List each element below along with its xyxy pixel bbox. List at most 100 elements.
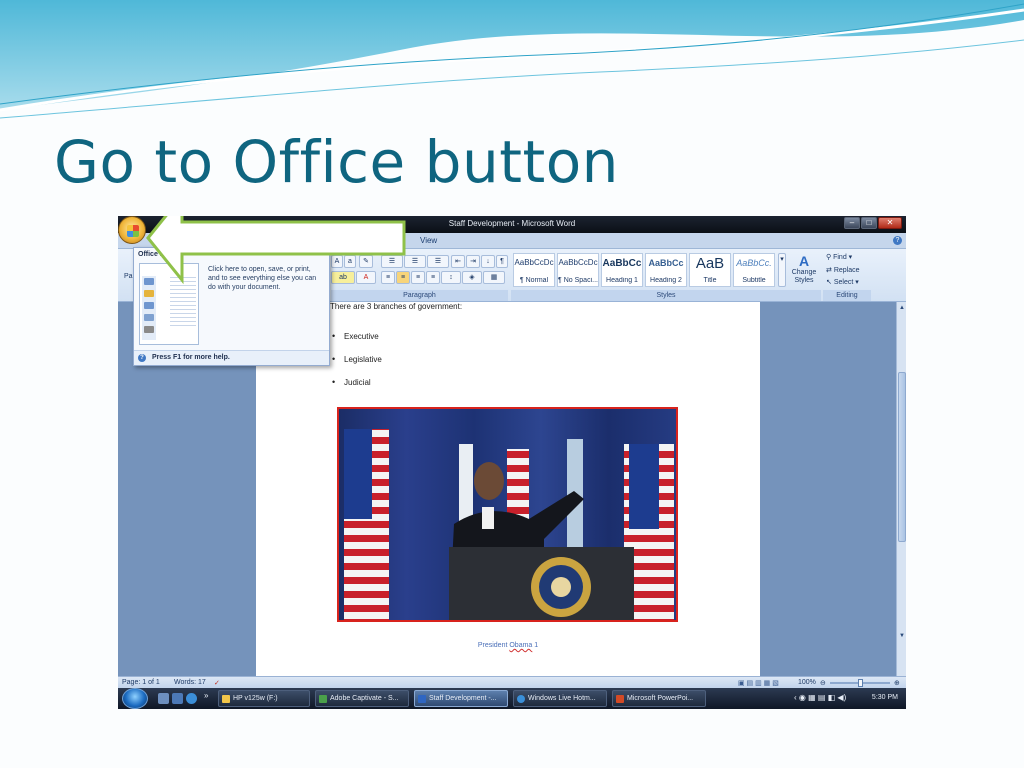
tooltip-footer: ? Press F1 for more help.: [134, 350, 329, 365]
change-styles-button[interactable]: A Change Styles: [789, 253, 819, 287]
style-name: Heading 1: [606, 277, 638, 284]
print-icon: [144, 326, 154, 333]
start-button[interactable]: [122, 688, 148, 709]
style-title[interactable]: AaB Title: [689, 253, 731, 287]
change-styles-icon: A: [798, 253, 810, 269]
captivate-icon: [319, 695, 327, 703]
bullet-list: Executive Legislative Judicial: [332, 331, 382, 401]
show-desktop-icon[interactable]: [158, 693, 169, 704]
zoom-level[interactable]: 100%: [798, 679, 816, 686]
style-name: Heading 2: [650, 277, 682, 284]
close-button[interactable]: ✕: [878, 217, 902, 229]
style-name: Title: [703, 277, 717, 284]
replace-label: Replace: [833, 267, 860, 274]
ie-icon: [517, 695, 525, 703]
style-name: Subtitle: [742, 277, 766, 284]
word-icon: [418, 695, 426, 703]
switch-windows-icon[interactable]: [172, 693, 183, 704]
zoom-in-icon[interactable]: ⊕: [894, 679, 900, 687]
find-label: Find: [833, 254, 847, 261]
replace-button[interactable]: ⇄ Replace: [826, 266, 860, 274]
word-screenshot: Staff Development - Microsoft Word – □ ✕…: [118, 216, 906, 709]
clock: 5:30 PM: [871, 694, 898, 701]
taskbar-item-label: HP v125w (F:): [233, 695, 278, 702]
styles-gallery-scroll[interactable]: ▾: [778, 253, 786, 287]
increase-indent-icon[interactable]: ⇥: [466, 255, 480, 268]
speaker-shirt: [482, 507, 494, 529]
borders-icon[interactable]: ▦: [483, 271, 505, 284]
multilevel-list-icon[interactable]: ☰: [427, 255, 449, 268]
justify-icon[interactable]: ≡: [426, 271, 440, 284]
pilcrow-icon[interactable]: ¶: [496, 255, 508, 268]
taskbar-item-powerpoint[interactable]: Microsoft PowerPoi...: [612, 690, 706, 707]
style-heading-1[interactable]: AaBbCc Heading 1: [601, 253, 643, 287]
replace-icon: ⇄: [826, 267, 832, 274]
speaker-head: [474, 462, 504, 500]
president-photo[interactable]: [337, 407, 678, 622]
tray-icons[interactable]: ‹ ◉ ▦ ▤ ◧ ◀): [794, 693, 846, 702]
taskbar-item-label: Staff Development -...: [429, 695, 497, 702]
save-as-icon: [144, 314, 154, 321]
caption-name: Obama: [509, 642, 533, 649]
style-sample: AaBbCc: [602, 258, 642, 269]
page-count: Page: 1 of 1: [122, 679, 160, 686]
taskbar-item-captivate[interactable]: Adobe Captivate - S...: [315, 690, 409, 707]
view-buttons[interactable]: ▣ ▤ ▥ ▦ ▧: [738, 679, 779, 687]
style-subtitle[interactable]: AaBbCc. Subtitle: [733, 253, 775, 287]
style-name: ¶ No Spaci...: [558, 277, 598, 284]
help-hint: Press F1 for more help.: [152, 354, 230, 361]
taskbar-item-hotmail[interactable]: Windows Live Hotm...: [513, 690, 607, 707]
taskbar-item-drive[interactable]: HP v125w (F:): [218, 690, 310, 707]
select-button[interactable]: ↖ Select ▾: [826, 278, 859, 286]
style-sample: AaBbCc.: [736, 258, 772, 268]
scroll-up-icon[interactable]: ▲: [898, 304, 906, 312]
minimize-button[interactable]: –: [844, 217, 860, 229]
photo-scene: [344, 429, 674, 620]
zoom-out-icon[interactable]: ⊖: [820, 679, 826, 687]
caption-prefix: President: [477, 642, 510, 649]
proofing-icon[interactable]: ✓: [214, 679, 220, 687]
style-name: ¶ Normal: [519, 277, 549, 284]
tab-view[interactable]: View: [420, 236, 437, 245]
style-no-spacing[interactable]: AaBbCcDc ¶ No Spaci...: [557, 253, 599, 287]
quicklaunch-more-icon[interactable]: »: [204, 691, 208, 700]
highlight-arrow-icon: [146, 216, 406, 285]
taskbar-item-label: Windows Live Hotm...: [528, 695, 596, 702]
style-normal[interactable]: AaBbCcDc ¶ Normal: [513, 253, 555, 287]
style-heading-2[interactable]: AaBbCc Heading 2: [645, 253, 687, 287]
word-count: Words: 17: [174, 679, 206, 686]
vertical-scrollbar[interactable]: ▲ ▼: [896, 302, 906, 676]
shading-icon[interactable]: ◈: [462, 271, 482, 284]
taskbar-item-label: Microsoft PowerPoi...: [627, 695, 694, 702]
binoculars-icon: ⚲: [826, 254, 832, 261]
style-sample: AaBbCc: [648, 258, 684, 268]
editing-group-label: Editing: [823, 290, 871, 301]
line-spacing-icon[interactable]: ↕: [441, 271, 461, 284]
slide-title: Go to Office button: [54, 128, 619, 196]
flag-left: [344, 429, 389, 620]
style-sample: AaBbCcDc: [558, 258, 598, 267]
list-item: Judicial: [332, 377, 382, 401]
scroll-down-icon[interactable]: ▼: [898, 632, 906, 640]
sort-icon[interactable]: ↓: [481, 255, 495, 268]
scroll-thumb[interactable]: [898, 372, 906, 542]
decrease-indent-icon[interactable]: ⇤: [451, 255, 465, 268]
select-label: Select: [833, 279, 854, 286]
help-icon: ?: [138, 354, 146, 362]
document-page[interactable]: There are 3 branches of government: Exec…: [256, 302, 760, 676]
drive-icon: [222, 695, 230, 703]
taskbar: » HP v125w (F:) Adobe Captivate - S... S…: [118, 688, 906, 709]
zoom-slider-thumb[interactable]: [858, 679, 863, 687]
find-button[interactable]: ⚲ Find ▾: [826, 253, 852, 261]
status-bar: Page: 1 of 1 Words: 17 ✓ ▣ ▤ ▥ ▦ ▧ 100% …: [118, 676, 906, 688]
maximize-button[interactable]: □: [861, 217, 877, 229]
photo-caption: President Obama 1: [256, 642, 760, 649]
select-cursor-icon: ↖: [826, 279, 832, 286]
ie-icon[interactable]: [186, 693, 197, 704]
taskbar-item-word[interactable]: Staff Development -...: [414, 690, 508, 707]
header-wave: [0, 0, 1024, 119]
seal-eagle: [551, 577, 571, 597]
help-icon[interactable]: ?: [893, 236, 902, 245]
powerpoint-icon: [616, 695, 624, 703]
list-item: Executive: [332, 331, 382, 355]
